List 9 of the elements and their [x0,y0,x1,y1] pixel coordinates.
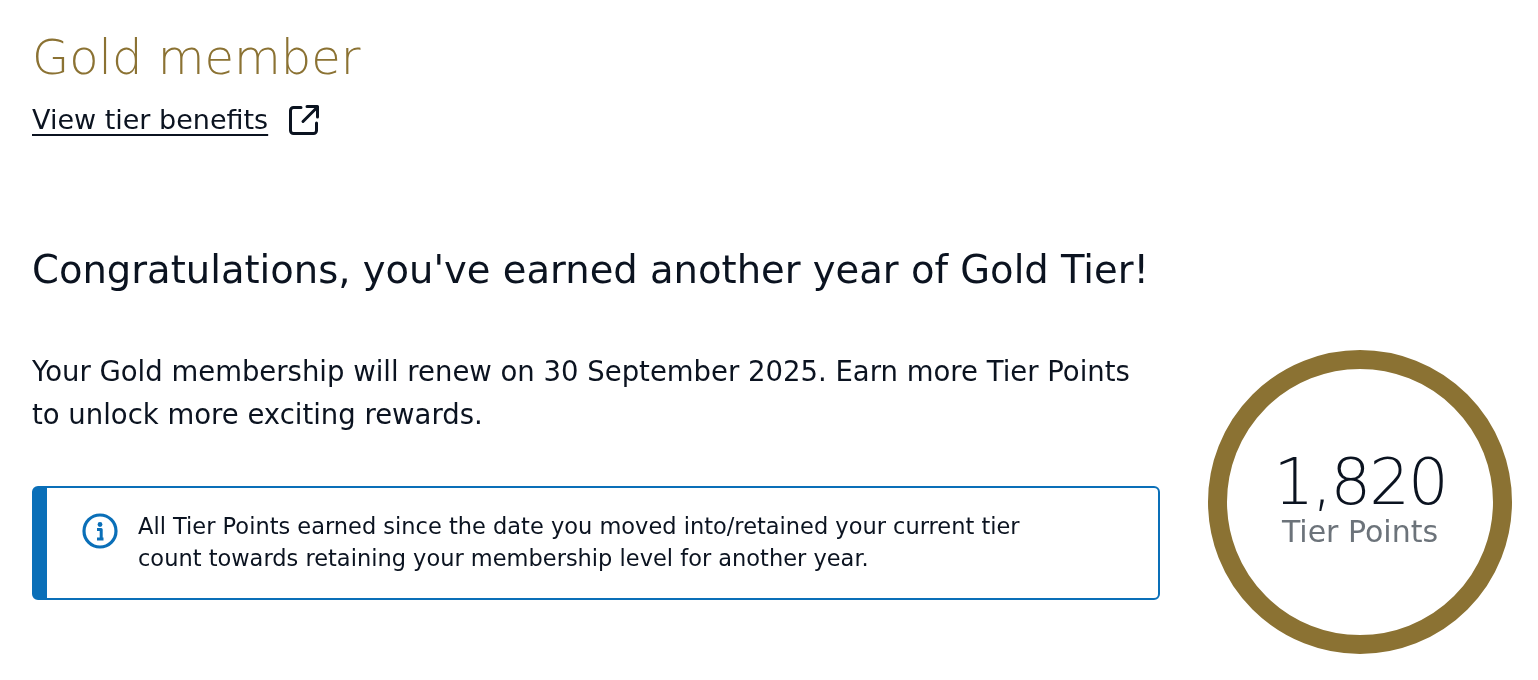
tier-benefits-link[interactable]: View tier benefits [32,99,269,141]
info-icon [82,513,118,550]
external-link-icon[interactable] [287,102,322,137]
tier-title: Gold member [32,29,361,87]
notice-text: All Tier Points earned since the date you moved into/retained your current tier count towards retaining your membership level for another year. [138,512,1021,574]
congratulations-heading: Congratulations, you've earned another year of Gold Tier! [32,246,1149,295]
points-label: Tier Points [1281,514,1439,551]
points-value: 1,820 [1273,450,1447,515]
renewal-message: Your Gold membership will renew on 30 September 2025. Earn more Tier Points to unlock more exciting rewards. [32,354,1131,433]
